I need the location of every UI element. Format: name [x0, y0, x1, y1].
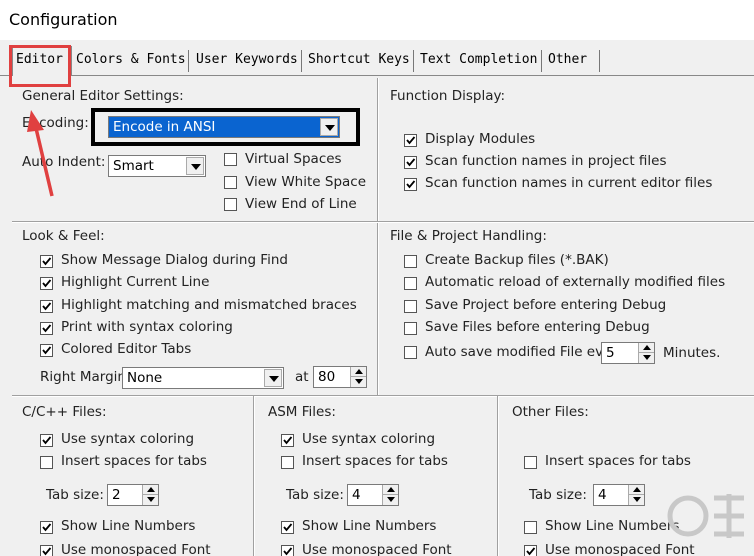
annotation-arrow-icon	[27, 110, 54, 197]
watermark-logo-icon	[667, 494, 744, 538]
